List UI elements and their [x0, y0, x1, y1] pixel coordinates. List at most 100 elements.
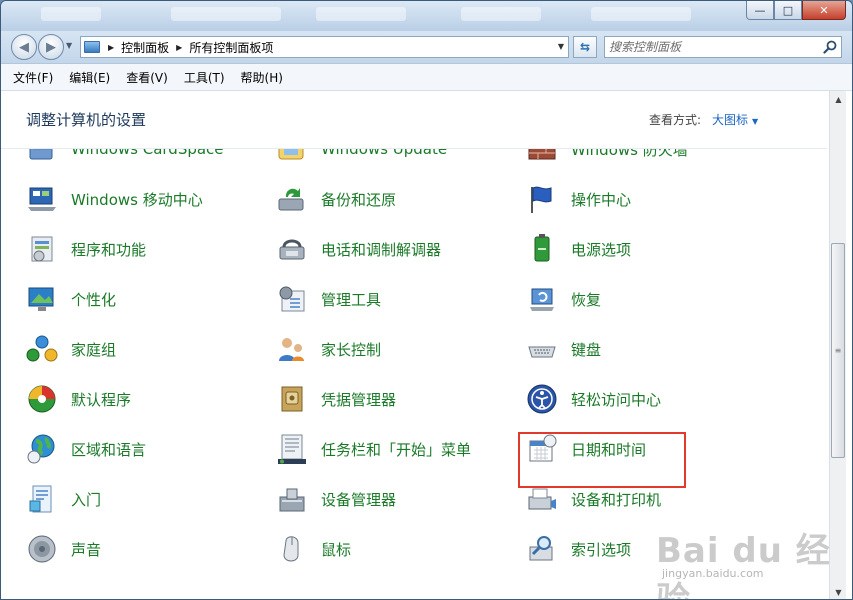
menu-help[interactable]: 帮助(H)	[241, 69, 283, 86]
control-panel-item[interactable]: 恢复	[526, 279, 766, 319]
control-panel-item[interactable]: 轻松访问中心	[526, 379, 766, 419]
control-panel-item-label[interactable]: 家长控制	[321, 339, 381, 360]
control-panel-item[interactable]: 声音	[26, 529, 266, 569]
control-panel-item-label[interactable]: 恢复	[571, 289, 601, 310]
control-panel-item-label[interactable]: 操作中心	[571, 189, 631, 210]
control-panel-item[interactable]: 操作中心	[526, 179, 766, 219]
control-panel-item[interactable]: Windows 移动中心	[26, 179, 266, 219]
control-panel-item[interactable]: 家庭组	[26, 329, 266, 369]
scrollbar-thumb[interactable]: ≡	[831, 243, 845, 458]
parental-controls-icon	[276, 333, 308, 365]
control-panel-item-label[interactable]: Windows 移动中心	[71, 189, 203, 210]
personalization-icon	[26, 283, 58, 315]
control-panel-item[interactable]: 电话和调制解调器	[276, 229, 516, 269]
maximize-button[interactable]: □	[774, 1, 802, 20]
control-panel-item[interactable]: 任务栏和「开始」菜单	[276, 429, 516, 469]
control-panel-item[interactable]: 键盘	[526, 329, 766, 369]
control-panel-icon	[84, 41, 100, 53]
close-button[interactable]: ✕	[802, 1, 846, 20]
cardspace-icon	[26, 149, 58, 165]
control-panel-item[interactable]: 区域和语言	[26, 429, 266, 469]
credential-manager-icon	[276, 383, 308, 415]
control-panel-item-label[interactable]: 管理工具	[321, 289, 381, 310]
control-panel-item[interactable]: 电源选项	[526, 229, 766, 269]
control-panel-item-label[interactable]: 默认程序	[71, 389, 131, 410]
devices-printers-icon	[526, 483, 558, 515]
minimize-button[interactable]: —	[746, 1, 774, 20]
view-by-label: 查看方式:	[649, 113, 702, 127]
control-panel-item-label[interactable]: 入门	[71, 489, 101, 510]
control-panel-item[interactable]: 入门	[26, 479, 266, 519]
breadcrumb-arrow-icon[interactable]: ▶	[176, 43, 182, 52]
control-panel-item-label[interactable]: 个性化	[71, 289, 116, 310]
back-button[interactable]: ◀	[11, 34, 37, 60]
refresh-button[interactable]: ⇆	[573, 36, 597, 58]
control-panel-item-label[interactable]: 设备和打印机	[571, 489, 661, 510]
control-panel-item-label[interactable]: 备份和还原	[321, 189, 396, 210]
recent-pages-dropdown[interactable]: ▼	[66, 41, 72, 50]
control-panel-item-label[interactable]: Windows 防火墙	[571, 149, 688, 160]
control-panel-item-label[interactable]: 声音	[71, 539, 101, 560]
view-by-value[interactable]: 大图标	[712, 113, 748, 127]
control-panel-item[interactable]: 个性化	[26, 279, 266, 319]
control-panel-item[interactable]: Windows 防火墙	[526, 149, 766, 169]
default-programs-icon	[26, 383, 58, 415]
ghost-title-tab	[171, 7, 281, 21]
control-panel-item-label[interactable]: 凭据管理器	[321, 389, 396, 410]
menu-view[interactable]: 查看(V)	[126, 69, 168, 86]
title-bar[interactable]: — □ ✕	[1, 1, 852, 31]
search-box[interactable]	[604, 36, 842, 58]
control-panel-item-label[interactable]: 轻松访问中心	[571, 389, 661, 410]
search-input[interactable]	[609, 38, 814, 56]
address-dropdown-icon[interactable]: ▼	[558, 42, 564, 51]
control-panel-item-label[interactable]: 鼠标	[321, 539, 351, 560]
breadcrumb-control-panel[interactable]: 控制面板	[121, 39, 169, 56]
baidu-watermark: Bai du 经验 jingyan.baidu.com	[656, 523, 836, 599]
control-panel-item-label[interactable]: Windows CardSpace	[71, 149, 224, 158]
control-panel-item-label[interactable]: 家庭组	[71, 339, 116, 360]
control-panel-item-label[interactable]: 设备管理器	[321, 489, 396, 510]
watermark-logo: Bai du 经验	[656, 531, 831, 600]
control-panel-item[interactable]: 备份和还原	[276, 179, 516, 219]
programs-features-icon	[26, 233, 58, 265]
control-panel-item[interactable]: 家长控制	[276, 329, 516, 369]
breadcrumb-all-items[interactable]: 所有控制面板项	[189, 39, 273, 56]
control-panel-item-label[interactable]: 程序和功能	[71, 239, 146, 260]
region-language-globe-icon	[26, 433, 58, 465]
menu-file[interactable]: 文件(F)	[13, 69, 53, 86]
breadcrumb-arrow-icon[interactable]: ▶	[108, 43, 114, 52]
address-bar[interactable]: ▶ 控制面板 ▶ 所有控制面板项 ▼	[80, 36, 569, 58]
control-panel-item-label[interactable]: 电源选项	[571, 239, 631, 260]
control-panel-item-label[interactable]: 电话和调制解调器	[321, 239, 441, 260]
control-panel-item-label[interactable]: 任务栏和「开始」菜单	[321, 439, 471, 460]
chevron-down-icon[interactable]: ▼	[752, 117, 758, 126]
control-panel-item[interactable]: 默认程序	[26, 379, 266, 419]
scroll-up-button[interactable]: ▲	[830, 91, 847, 108]
mouse-icon	[276, 533, 308, 565]
admin-tools-icon	[276, 283, 308, 315]
control-panel-item[interactable]: Windows Update	[276, 149, 516, 169]
control-panel-item[interactable]: 程序和功能	[26, 229, 266, 269]
forward-button[interactable]: ▶	[38, 34, 64, 60]
control-panel-item-label[interactable]: 日期和时间	[571, 439, 646, 460]
control-panel-item[interactable]: 设备和打印机	[526, 479, 766, 519]
control-panel-item[interactable]: 凭据管理器	[276, 379, 516, 419]
menu-edit[interactable]: 编辑(E)	[69, 69, 110, 86]
control-panel-item-label[interactable]: Windows Update	[321, 149, 447, 158]
date-time-calendar-icon	[526, 433, 558, 465]
ghost-title-tab	[316, 7, 406, 21]
windows-update-icon	[276, 149, 308, 165]
taskbar-start-menu-icon	[276, 433, 308, 465]
control-panel-item[interactable]: 鼠标	[276, 529, 516, 569]
view-by-dropdown[interactable]: 大图标 ▼	[712, 111, 758, 128]
homegroup-icon	[26, 333, 58, 365]
menu-tools[interactable]: 工具(T)	[184, 69, 225, 86]
control-panel-item[interactable]: 管理工具	[276, 279, 516, 319]
control-panel-item[interactable]: 日期和时间	[526, 429, 766, 469]
control-panel-item-label[interactable]: 键盘	[571, 339, 601, 360]
search-icon[interactable]	[823, 40, 837, 54]
control-panel-item[interactable]: 设备管理器	[276, 479, 516, 519]
control-panel-item-label[interactable]: 索引选项	[571, 539, 631, 560]
control-panel-item[interactable]: Windows CardSpace	[26, 149, 266, 169]
control-panel-item-label[interactable]: 区域和语言	[71, 439, 146, 460]
